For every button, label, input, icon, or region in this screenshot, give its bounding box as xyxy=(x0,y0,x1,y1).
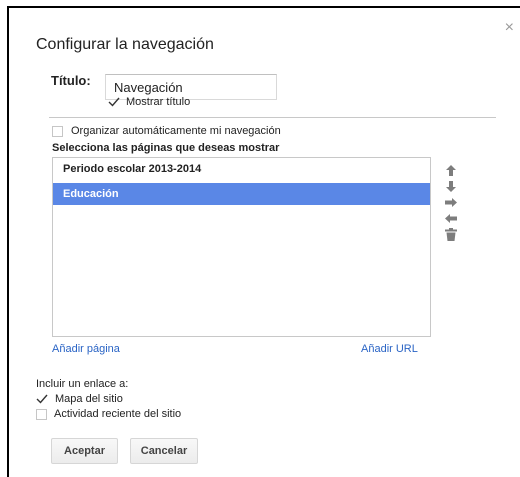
auto-organize-checkbox[interactable] xyxy=(52,125,63,137)
arrow-left-icon[interactable] xyxy=(444,212,458,225)
show-title-check-icon[interactable] xyxy=(108,97,120,107)
pages-heading: Selecciona las páginas que deseas mostra… xyxy=(52,142,280,154)
recent-activity-checkbox[interactable] xyxy=(36,408,47,420)
auto-organize-label: Organizar automáticamente mi navegación xyxy=(71,125,281,137)
show-title-option[interactable]: Mostrar título xyxy=(108,96,190,108)
site-map-check-icon[interactable] xyxy=(36,394,48,404)
pages-list[interactable]: Periodo escolar 2013-2014 Educación xyxy=(52,157,431,337)
page-item[interactable]: Periodo escolar 2013-2014 xyxy=(53,158,430,180)
window-frame-left xyxy=(7,6,9,477)
site-map-label: Mapa del sitio xyxy=(55,393,123,405)
window-frame-top xyxy=(7,6,520,8)
arrow-up-icon[interactable] xyxy=(444,164,458,177)
page-item-selected[interactable]: Educación xyxy=(53,183,430,205)
site-map-option[interactable]: Mapa del sitio xyxy=(36,393,123,405)
title-label: Título: xyxy=(51,73,91,88)
divider xyxy=(49,117,496,118)
accept-button[interactable]: Aceptar xyxy=(51,438,118,464)
close-icon[interactable]: × xyxy=(505,20,514,36)
add-page-link[interactable]: Añadir página xyxy=(52,343,120,355)
arrow-right-icon[interactable] xyxy=(444,196,458,209)
add-url-link[interactable]: Añadir URL xyxy=(361,343,418,355)
page-tools xyxy=(444,164,458,241)
arrow-down-icon[interactable] xyxy=(444,180,458,193)
recent-activity-option[interactable]: Actividad reciente del sitio xyxy=(36,408,181,420)
dialog-title: Configurar la navegación xyxy=(36,36,214,53)
show-title-label: Mostrar título xyxy=(126,96,191,108)
recent-activity-label: Actividad reciente del sitio xyxy=(54,408,182,420)
auto-organize-option[interactable]: Organizar automáticamente mi navegación xyxy=(52,125,281,137)
include-link-label: Incluir un enlace a: xyxy=(36,378,129,390)
cancel-button[interactable]: Cancelar xyxy=(130,438,198,464)
trash-icon[interactable] xyxy=(444,228,458,241)
